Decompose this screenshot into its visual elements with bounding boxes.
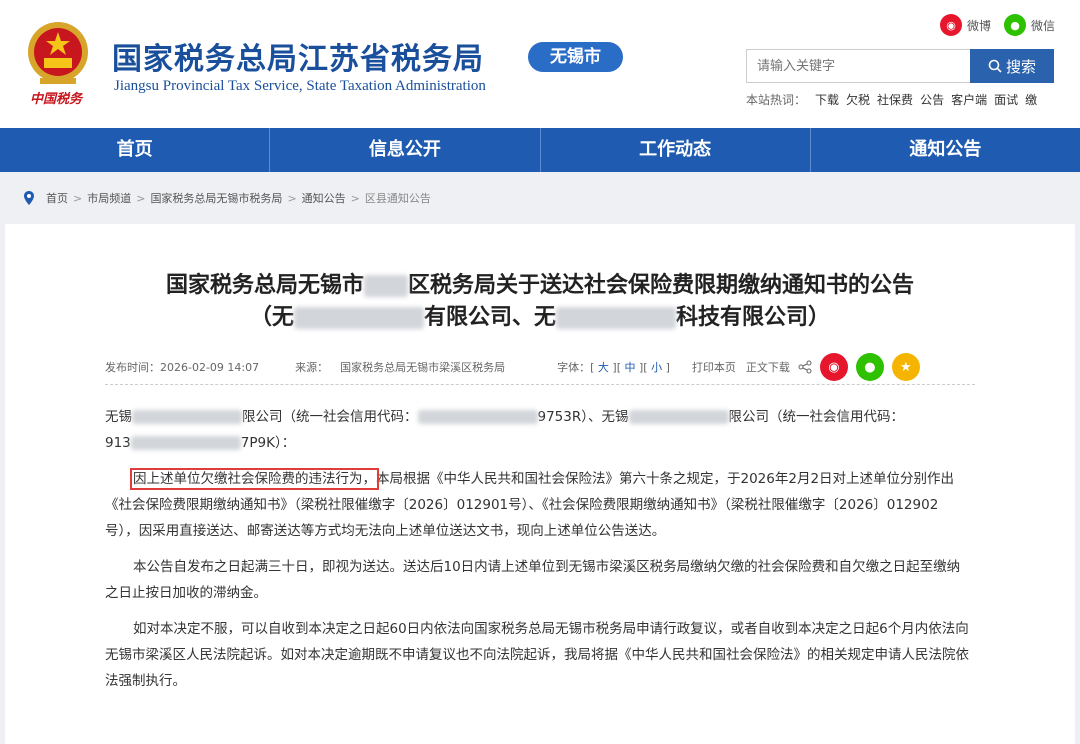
title-part: （无 bbox=[249, 305, 294, 330]
hotwords-label: 本站热词： bbox=[746, 93, 807, 107]
breadcrumb-current: 区县通知公告 bbox=[364, 192, 431, 205]
hotword-link[interactable]: 客户端 bbox=[951, 91, 987, 108]
paragraph-recipients: 无锡 限公司（统一社会信用代码： 9753R）、无锡 限公司（统一社会信用代码： 91… bbox=[105, 409, 904, 451]
highlighted-phrase: 因上述单位欠缴社会保险费的违法行为， bbox=[130, 468, 379, 490]
weibo-label: 微博 bbox=[967, 18, 992, 33]
breadcrumb-separator: > bbox=[350, 191, 360, 205]
breadcrumb-separator: > bbox=[136, 191, 146, 205]
breadcrumb-item[interactable]: 市局频道 bbox=[87, 190, 131, 206]
hotword-link[interactable]: 社保费 bbox=[877, 91, 913, 108]
font-size-selector: 字体：[ 大 ][ 中 ][ 小 ] bbox=[557, 361, 670, 374]
redacted-text bbox=[364, 275, 408, 297]
hotword-link[interactable]: 下载 bbox=[815, 91, 839, 108]
site-subtitle: Jiangsu Provincial Tax Service, State Ta… bbox=[114, 78, 486, 94]
main-nav: 首页 信息公开 工作动态 通知公告 bbox=[0, 128, 1080, 172]
source-label: 来源： bbox=[295, 361, 329, 374]
title-part: 科技有限公司） bbox=[676, 305, 831, 330]
location-pin-icon bbox=[24, 191, 34, 205]
font-small-link[interactable]: 小 bbox=[651, 361, 662, 374]
nav-item-notices[interactable]: 通知公告 bbox=[809, 128, 1080, 172]
breadcrumb-separator: > bbox=[287, 191, 297, 205]
search-button-label: 搜索 bbox=[1005, 57, 1036, 76]
favorite-star-icon[interactable]: ★ bbox=[891, 353, 920, 381]
paragraph-notice: 因上述单位欠缴社会保险费的违法行为，本局根据《中华人民共和国社会保险法》第六十条… bbox=[105, 468, 955, 539]
hotword-link[interactable]: 面试 bbox=[994, 91, 1018, 108]
title-part: 有限公司、无 bbox=[423, 305, 556, 330]
wechat-icon: ● bbox=[1004, 14, 1026, 36]
source-value: 国家税务总局无锡市梁溪区税务局 bbox=[340, 361, 506, 374]
title-part: 国家税务总局无锡市 bbox=[165, 273, 364, 298]
redacted-text bbox=[130, 436, 241, 450]
search-input[interactable] bbox=[746, 49, 970, 83]
paragraph-service: 本公告自发布之日起满三十日，即视为送达。送达后10日内请上述单位到无锡市梁溪区税… bbox=[105, 559, 961, 601]
breadcrumb-item[interactable]: 首页 bbox=[46, 190, 68, 206]
article-title: 国家税务总局无锡市 区税务局关于送达社会保险费限期缴纳通知书的公告 （无 有限公司、… bbox=[5, 270, 1075, 334]
title-part: 区税务局关于送达社会保险费限期缴纳通知书的公告 bbox=[408, 273, 915, 298]
nav-item-info-disclosure[interactable]: 信息公开 bbox=[269, 128, 539, 172]
print-link[interactable]: 打印本页 bbox=[692, 359, 736, 375]
breadcrumb-item[interactable]: 国家税务总局无锡市税务局 bbox=[150, 190, 282, 206]
font-medium-link[interactable]: 中 bbox=[625, 361, 636, 374]
redacted-text bbox=[293, 307, 424, 329]
meta-divider bbox=[105, 384, 975, 385]
nav-item-home[interactable]: 首页 bbox=[0, 128, 269, 172]
search-icon bbox=[988, 59, 1002, 73]
weibo-link[interactable]: ◉ 微博 bbox=[940, 14, 991, 36]
breadcrumb-item[interactable]: 通知公告 bbox=[302, 190, 346, 206]
paragraph-appeal: 如对本决定不服，可以自收到本决定之日起60日内依法向国家税务总局无锡市税务局申请… bbox=[105, 621, 969, 689]
wechat-link[interactable]: ● 微信 bbox=[1004, 14, 1055, 36]
site-header: 中国税务 国家税务总局江苏省税务局 Jiangsu Provincial Tax… bbox=[0, 0, 1080, 128]
hotwords-bar: 本站热词： 下载 欠税 社保费 公告 客户端 面试 缴 bbox=[746, 91, 1037, 108]
article-body: 无锡 限公司（统一社会信用代码： 9753R）、无锡 限公司（统一社会信用代码： 91… bbox=[105, 404, 971, 704]
publish-date-label: 发布时间： bbox=[105, 361, 160, 374]
hotword-link[interactable]: 公告 bbox=[920, 91, 944, 108]
emblem-caption: 中国税务 bbox=[30, 92, 83, 107]
share-weibo-icon[interactable]: ◉ bbox=[819, 353, 848, 381]
share-wechat-icon[interactable]: ● bbox=[855, 353, 884, 381]
hotword-link[interactable]: 缴 bbox=[1025, 91, 1037, 108]
share-icon[interactable] bbox=[798, 360, 812, 374]
weibo-icon: ◉ bbox=[940, 14, 962, 36]
wechat-label: 微信 bbox=[1031, 18, 1056, 33]
site-title: 国家税务总局江苏省税务局 bbox=[112, 42, 484, 77]
breadcrumb-separator: > bbox=[73, 191, 83, 205]
redacted-text bbox=[132, 410, 242, 424]
city-badge[interactable]: 无锡市 bbox=[528, 42, 623, 72]
redacted-text bbox=[628, 410, 729, 424]
redacted-text bbox=[417, 410, 538, 424]
breadcrumb: 首页 > 市局频道 > 国家税务总局无锡市税务局 > 通知公告 > 区县通知公告 bbox=[22, 190, 431, 206]
font-size-label: 字体： bbox=[557, 361, 591, 374]
font-large-link[interactable]: 大 bbox=[598, 361, 609, 374]
nav-item-work-news[interactable]: 工作动态 bbox=[539, 128, 810, 172]
hotword-link[interactable]: 欠税 bbox=[846, 91, 870, 108]
redacted-text bbox=[556, 307, 676, 329]
publish-date: 2026-02-09 14:07 bbox=[160, 360, 260, 374]
download-link[interactable]: 正文下载 bbox=[746, 359, 790, 375]
search-button[interactable]: 搜索 bbox=[970, 49, 1054, 83]
article-meta: 发布时间： 2026-02-09 14:07 来源： 国家税务总局无锡市梁溪区税… bbox=[105, 352, 975, 382]
article-panel: 国家税务总局无锡市 区税务局关于送达社会保险费限期缴纳通知书的公告 （无 有限公司、… bbox=[5, 224, 1075, 744]
